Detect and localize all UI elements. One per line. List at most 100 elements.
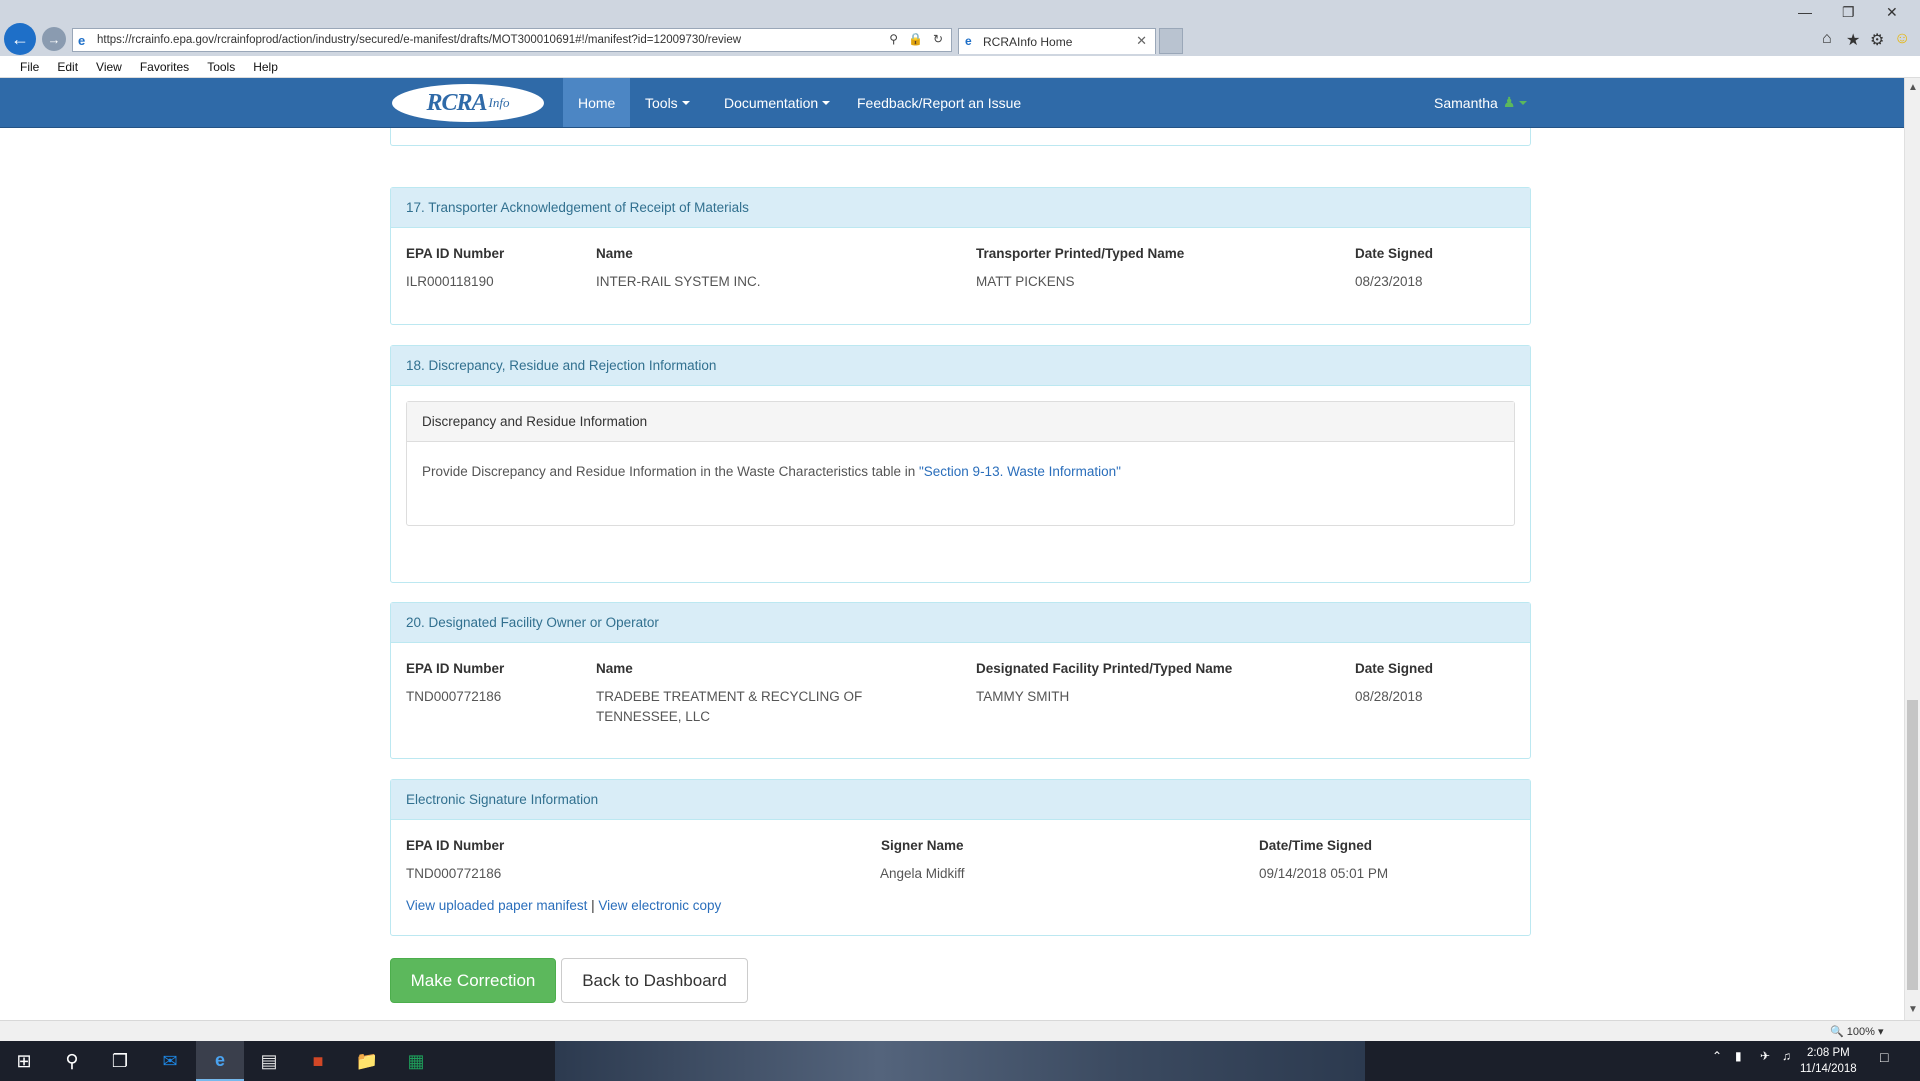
section20-panel: 20. Designated Facility Owner or Operato… xyxy=(390,602,1531,759)
section20-printed-name-value: TAMMY SMITH xyxy=(976,689,1070,704)
windows-start-icon[interactable]: ⊞ xyxy=(0,1041,48,1081)
rcrainfo-logo[interactable]: RCRA Info xyxy=(392,84,544,122)
section17-date-value: 08/23/2018 xyxy=(1355,274,1423,289)
discrepancy-inner-panel: Discrepancy and Residue Information Prov… xyxy=(406,401,1515,526)
gear-icon[interactable]: ⚙ xyxy=(1870,30,1884,50)
vertical-scrollbar[interactable]: ▲ ▼ xyxy=(1904,78,1920,1020)
section17-title: 17. Transporter Acknowledgement of Recei… xyxy=(391,188,1530,228)
scrollbar-thumb[interactable] xyxy=(1907,700,1918,990)
discrepancy-text: Provide Discrepancy and Residue Informat… xyxy=(407,442,1514,501)
site-navbar: RCRA Info Home Tools Documentation Feedba… xyxy=(0,78,1904,128)
user-menu[interactable]: Samantha ♟ xyxy=(1434,78,1528,127)
section20-epa-id-label: EPA ID Number xyxy=(406,661,505,676)
nav-home-label: Home xyxy=(578,94,616,111)
zoom-value: 100% xyxy=(1846,1026,1875,1038)
section-9-13-link[interactable]: "Section 9-13. Waste Information" xyxy=(919,464,1121,479)
tab-title: RCRAInfo Home xyxy=(983,34,1073,49)
section20-name-value: TRADEBE TREATMENT & RECYCLING OF TENNESS… xyxy=(596,689,863,724)
section17-panel: 17. Transporter Acknowledgement of Recei… xyxy=(390,187,1531,325)
chart-app-icon[interactable]: ▤ xyxy=(245,1041,293,1081)
menu-file[interactable]: File xyxy=(20,60,39,74)
esig-panel: Electronic Signature Information EPA ID … xyxy=(390,779,1531,936)
address-bar[interactable]: e https://rcrainfo.epa.gov/rcrainfoprod/… xyxy=(72,28,952,52)
section17-name-label: Name xyxy=(596,246,633,261)
airplane-mode-icon[interactable]: ✈ xyxy=(1760,1049,1770,1063)
new-tab-button[interactable] xyxy=(1159,28,1183,54)
powerpoint-icon[interactable]: ■ xyxy=(294,1041,342,1081)
refresh-icon[interactable]: ↻ xyxy=(933,32,943,46)
view-electronic-copy-link[interactable]: View electronic copy xyxy=(598,898,721,913)
chevron-down-icon xyxy=(1519,100,1528,105)
internet-explorer-icon[interactable]: e xyxy=(196,1041,244,1081)
esig-datetime-label: Date/Time Signed xyxy=(1259,838,1373,853)
section17-name-value: INTER-RAIL SYSTEM INC. xyxy=(596,274,761,289)
taskbar-background-art xyxy=(555,1041,1365,1081)
zoom-level[interactable]: 🔍 100% ▾ xyxy=(1830,1025,1883,1038)
nav-documentation[interactable]: Documentation xyxy=(709,78,845,127)
tray-chevron-up-icon[interactable]: ⌃ xyxy=(1712,1049,1722,1063)
section20-title: 20. Designated Facility Owner or Operato… xyxy=(391,603,1530,643)
view-paper-manifest-link[interactable]: View uploaded paper manifest xyxy=(406,898,587,913)
section17-epa-id-label: EPA ID Number xyxy=(406,246,505,261)
make-correction-button[interactable]: Make Correction xyxy=(390,958,556,1003)
forward-arrow-icon[interactable]: → xyxy=(42,27,66,51)
nav-home[interactable]: Home xyxy=(563,78,631,127)
search-icon[interactable]: ⚲ xyxy=(889,32,898,46)
search-icon[interactable]: ⚲ xyxy=(48,1041,96,1081)
task-view-icon[interactable]: ❐ xyxy=(96,1041,144,1081)
section20-name-label: Name xyxy=(596,661,633,676)
menu-help[interactable]: Help xyxy=(253,60,278,74)
page-content: 17. Transporter Acknowledgement of Recei… xyxy=(0,128,1904,1020)
notifications-icon[interactable]: □ xyxy=(1880,1049,1888,1065)
restore-icon[interactable]: ❐ xyxy=(1842,4,1855,21)
ie-page-icon: e xyxy=(78,33,86,48)
battery-icon[interactable]: ▮ xyxy=(1735,1049,1742,1063)
minimize-icon[interactable]: — xyxy=(1798,4,1812,20)
lock-icon[interactable]: 🔒 xyxy=(908,32,923,46)
favorites-star-icon[interactable]: ★ xyxy=(1846,30,1860,50)
back-arrow-icon[interactable]: ← xyxy=(4,23,36,55)
volume-icon[interactable]: ♫ xyxy=(1782,1049,1791,1063)
scroll-down-icon[interactable]: ▼ xyxy=(1908,1004,1918,1015)
section20-printed-name-label: Designated Facility Printed/Typed Name xyxy=(976,661,1233,676)
esig-title: Electronic Signature Information xyxy=(391,780,1530,820)
back-to-dashboard-button[interactable]: Back to Dashboard xyxy=(561,958,748,1003)
section17-epa-id-value: ILR000118190 xyxy=(406,274,494,289)
menu-favorites[interactable]: Favorites xyxy=(140,60,189,74)
menu-view[interactable]: View xyxy=(96,60,122,74)
section18-title: 18. Discrepancy, Residue and Rejection I… xyxy=(391,346,1530,386)
browser-tab[interactable]: e RCRAInfo Home ✕ xyxy=(958,28,1156,54)
nav-tools-label: Tools xyxy=(645,94,678,111)
discrepancy-inner-title: Discrepancy and Residue Information xyxy=(407,402,1514,442)
scroll-up-icon[interactable]: ▲ xyxy=(1908,82,1918,93)
menu-tools[interactable]: Tools xyxy=(207,60,235,74)
section20-date-label: Date Signed xyxy=(1355,661,1434,676)
esig-signer-label: Signer Name xyxy=(881,838,964,853)
nav-tools[interactable]: Tools xyxy=(630,78,705,127)
home-icon[interactable]: ⌂ xyxy=(1822,30,1832,48)
chevron-down-icon xyxy=(681,100,690,105)
esig-links: View uploaded paper manifest | View elec… xyxy=(406,898,721,913)
section20-epa-id-value: TND000772186 xyxy=(406,689,502,704)
user-name: Samantha xyxy=(1434,94,1498,111)
smiley-feedback-icon[interactable]: ☺ xyxy=(1894,30,1910,48)
nav-documentation-label: Documentation xyxy=(724,94,819,111)
outlook-icon[interactable]: ✉ xyxy=(146,1041,194,1081)
address-url: https://rcrainfo.epa.gov/rcrainfoprod/ac… xyxy=(97,34,742,46)
system-clock[interactable]: 2:08 PM 11/14/2018 xyxy=(1800,1045,1857,1077)
nav-feedback[interactable]: Feedback/Report an Issue xyxy=(842,78,1036,127)
section17-printed-name-value: MATT PICKENS xyxy=(976,274,1075,289)
logo-text: RCRA xyxy=(426,89,488,116)
clock-time: 2:08 PM xyxy=(1806,1047,1850,1059)
chevron-down-icon xyxy=(822,100,831,105)
esig-epa-id-value: TND000772186 xyxy=(406,866,502,881)
close-tab-icon[interactable]: ✕ xyxy=(1136,33,1147,49)
close-window-icon[interactable]: ✕ xyxy=(1886,4,1898,21)
file-explorer-icon[interactable]: 📁 xyxy=(343,1041,391,1081)
links-separator: | xyxy=(591,898,595,913)
menu-edit[interactable]: Edit xyxy=(57,60,78,74)
esig-signer-value: Angela Midkiff xyxy=(880,866,965,881)
section17-printed-name-label: Transporter Printed/Typed Name xyxy=(976,246,1185,261)
excel-icon[interactable]: ▦ xyxy=(392,1041,440,1081)
esig-datetime-value: 09/14/2018 05:01 PM xyxy=(1259,866,1389,881)
